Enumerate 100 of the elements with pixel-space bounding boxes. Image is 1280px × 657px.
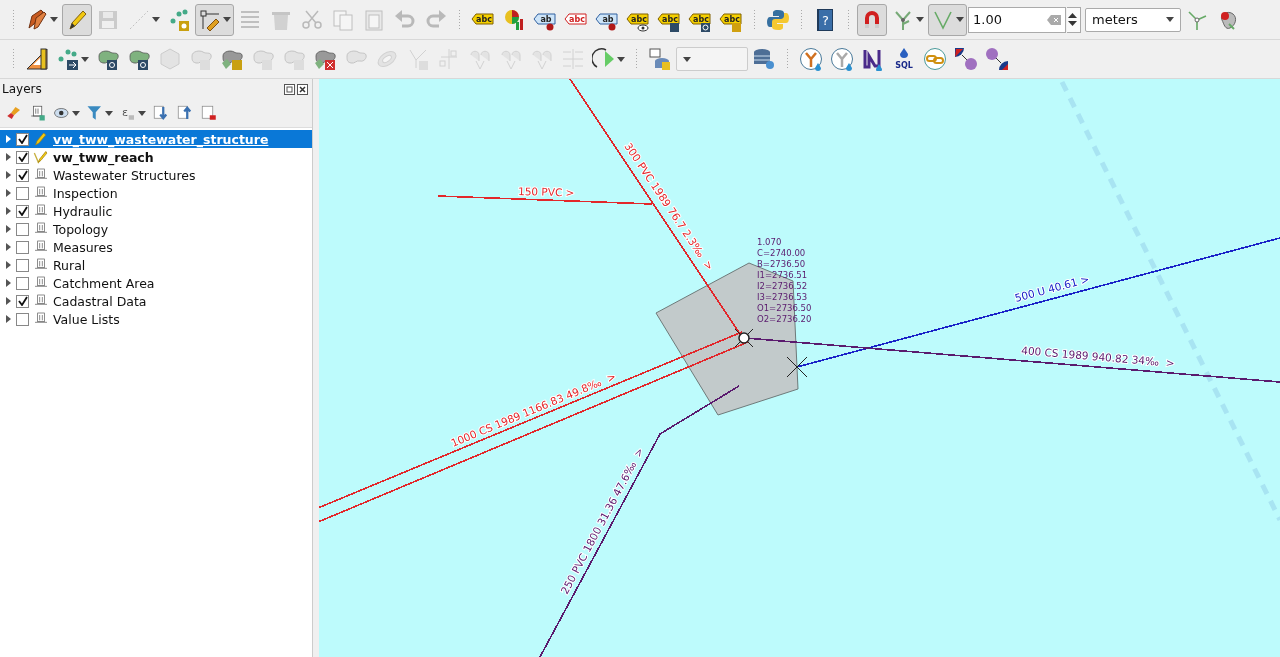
rotate-icon (592, 47, 616, 71)
layer-row[interactable]: vw_tww_reach (0, 148, 312, 166)
layer-row[interactable]: Inspection (0, 184, 312, 202)
layer-name: Rural (53, 257, 86, 273)
expand-arrow-icon[interactable] (4, 153, 12, 161)
expand-arrow-icon[interactable] (4, 207, 12, 215)
expand-arrow-icon[interactable] (4, 225, 12, 233)
branch-drop-icon (830, 47, 854, 71)
close-icon[interactable] (297, 83, 308, 95)
expand-arrow-icon[interactable] (4, 189, 12, 197)
layer-name: Inspection (53, 185, 118, 201)
caret-icon[interactable] (50, 17, 58, 22)
shape-delete-icon (282, 47, 306, 71)
structure-annotation: 1.070 (757, 237, 782, 247)
expand-arrow-icon[interactable] (4, 297, 12, 305)
structure-annotation: O2=2736.20 (757, 314, 812, 324)
structure-annotation: B=2736.50 (757, 259, 806, 269)
layer-row[interactable]: vw_tww_wastewater_structure (0, 130, 312, 148)
tolerance-field[interactable]: 1.00 (968, 6, 1066, 33)
layer-row[interactable]: Rural (0, 256, 312, 274)
python-icon (766, 7, 790, 32)
panel-tool-button[interactable] (85, 103, 114, 123)
visibility-checkbox[interactable] (16, 312, 29, 326)
visibility-checkbox[interactable] (16, 294, 29, 308)
visibility-checkbox[interactable] (16, 186, 29, 200)
visibility-checkbox[interactable] (16, 222, 29, 236)
panel-tool-button[interactable] (199, 103, 219, 123)
profile-icon (861, 47, 885, 71)
panel-tool-button[interactable] (28, 103, 48, 123)
expand-arrow-icon[interactable] (4, 279, 12, 287)
layer-name: vw_tww_reach (53, 149, 154, 165)
expand-arrow-icon[interactable] (4, 171, 12, 179)
layer-name: Hydraulic (53, 203, 113, 219)
link-icon (923, 47, 947, 71)
shape-gear-icon (251, 47, 275, 71)
layer-name: Topology (53, 221, 109, 237)
visibility-checkbox[interactable] (16, 258, 29, 272)
shape-gear-icon (189, 47, 213, 71)
float-icon[interactable] (284, 83, 295, 95)
visibility-checkbox[interactable] (16, 204, 29, 218)
visibility-checkbox[interactable] (16, 132, 29, 146)
add-group-icon (29, 104, 47, 122)
connect-nodes-icon (954, 47, 978, 71)
paste-icon (362, 7, 386, 32)
database-layer-icon (648, 47, 672, 71)
caret-icon[interactable] (72, 110, 80, 116)
pencils-icon (25, 7, 49, 32)
shapes-gear-icon (220, 47, 244, 71)
tool-button[interactable] (857, 3, 887, 36)
collapse-all-icon (176, 104, 194, 122)
pencil-icon (33, 131, 49, 147)
cross-marker (786, 356, 808, 378)
structure-annotation: I3=2736.53 (757, 292, 808, 302)
shape-move-icon (127, 47, 151, 71)
caret-icon[interactable] (1166, 17, 1174, 22)
layer-name: Wastewater Structures (53, 167, 196, 183)
visibility-checkbox[interactable] (16, 150, 29, 164)
caret-icon[interactable] (617, 56, 625, 62)
layer-row[interactable]: Cadastral Data (0, 292, 312, 310)
expand-arrow-icon[interactable] (4, 261, 12, 269)
spin-buttons[interactable] (1067, 6, 1081, 33)
layer-name: Measures (53, 239, 113, 255)
caret-icon[interactable] (956, 17, 964, 22)
hexagon-icon (158, 47, 182, 71)
panel-title: Layers (2, 82, 42, 96)
layer-row[interactable]: Value Lists (0, 310, 312, 328)
node-marker (734, 328, 754, 348)
layer-row[interactable]: Wastewater Structures (0, 166, 312, 184)
caret-icon[interactable] (81, 56, 89, 62)
remove-icon (200, 104, 218, 122)
layer-name: Catchment Area (53, 275, 155, 291)
shapes-delete-icon (313, 47, 337, 71)
caret-icon[interactable] (138, 110, 146, 116)
layer-row[interactable]: Hydraulic (0, 202, 312, 220)
units-dropdown[interactable]: meters (1085, 7, 1181, 32)
panel-tool-button[interactable]: ε (118, 103, 147, 123)
copy-icon (331, 7, 355, 32)
tool-button[interactable] (62, 3, 92, 36)
visibility-checkbox[interactable] (16, 240, 29, 254)
layer-name: Cadastral Data (53, 293, 147, 309)
branch-drop-icon (799, 47, 823, 71)
caret-icon[interactable] (223, 17, 231, 22)
layer-row[interactable]: Measures (0, 238, 312, 256)
expand-arrow-icon[interactable] (4, 315, 12, 323)
tool-button[interactable] (195, 3, 234, 36)
caret-icon[interactable] (916, 17, 924, 22)
ruler-icon (25, 47, 49, 71)
layer-row[interactable]: Catchment Area (0, 274, 312, 292)
connect-nodes-icon (985, 47, 1009, 71)
caret-icon[interactable] (105, 110, 113, 116)
pipe-label: 400 CS 1989 940.82 34‰ > (1020, 344, 1176, 369)
expand-arrow-icon[interactable] (4, 135, 12, 143)
expand-all-icon (152, 104, 170, 122)
structure-annotation: I2=2736.52 (757, 281, 808, 291)
structure-annotation: O1=2736.50 (757, 303, 812, 313)
visibility-checkbox[interactable] (16, 168, 29, 182)
visibility-checkbox[interactable] (16, 276, 29, 290)
structure-annotation: C=2740.00 (757, 248, 806, 258)
layer-row[interactable]: Topology (0, 220, 312, 238)
expand-arrow-icon[interactable] (4, 243, 12, 251)
